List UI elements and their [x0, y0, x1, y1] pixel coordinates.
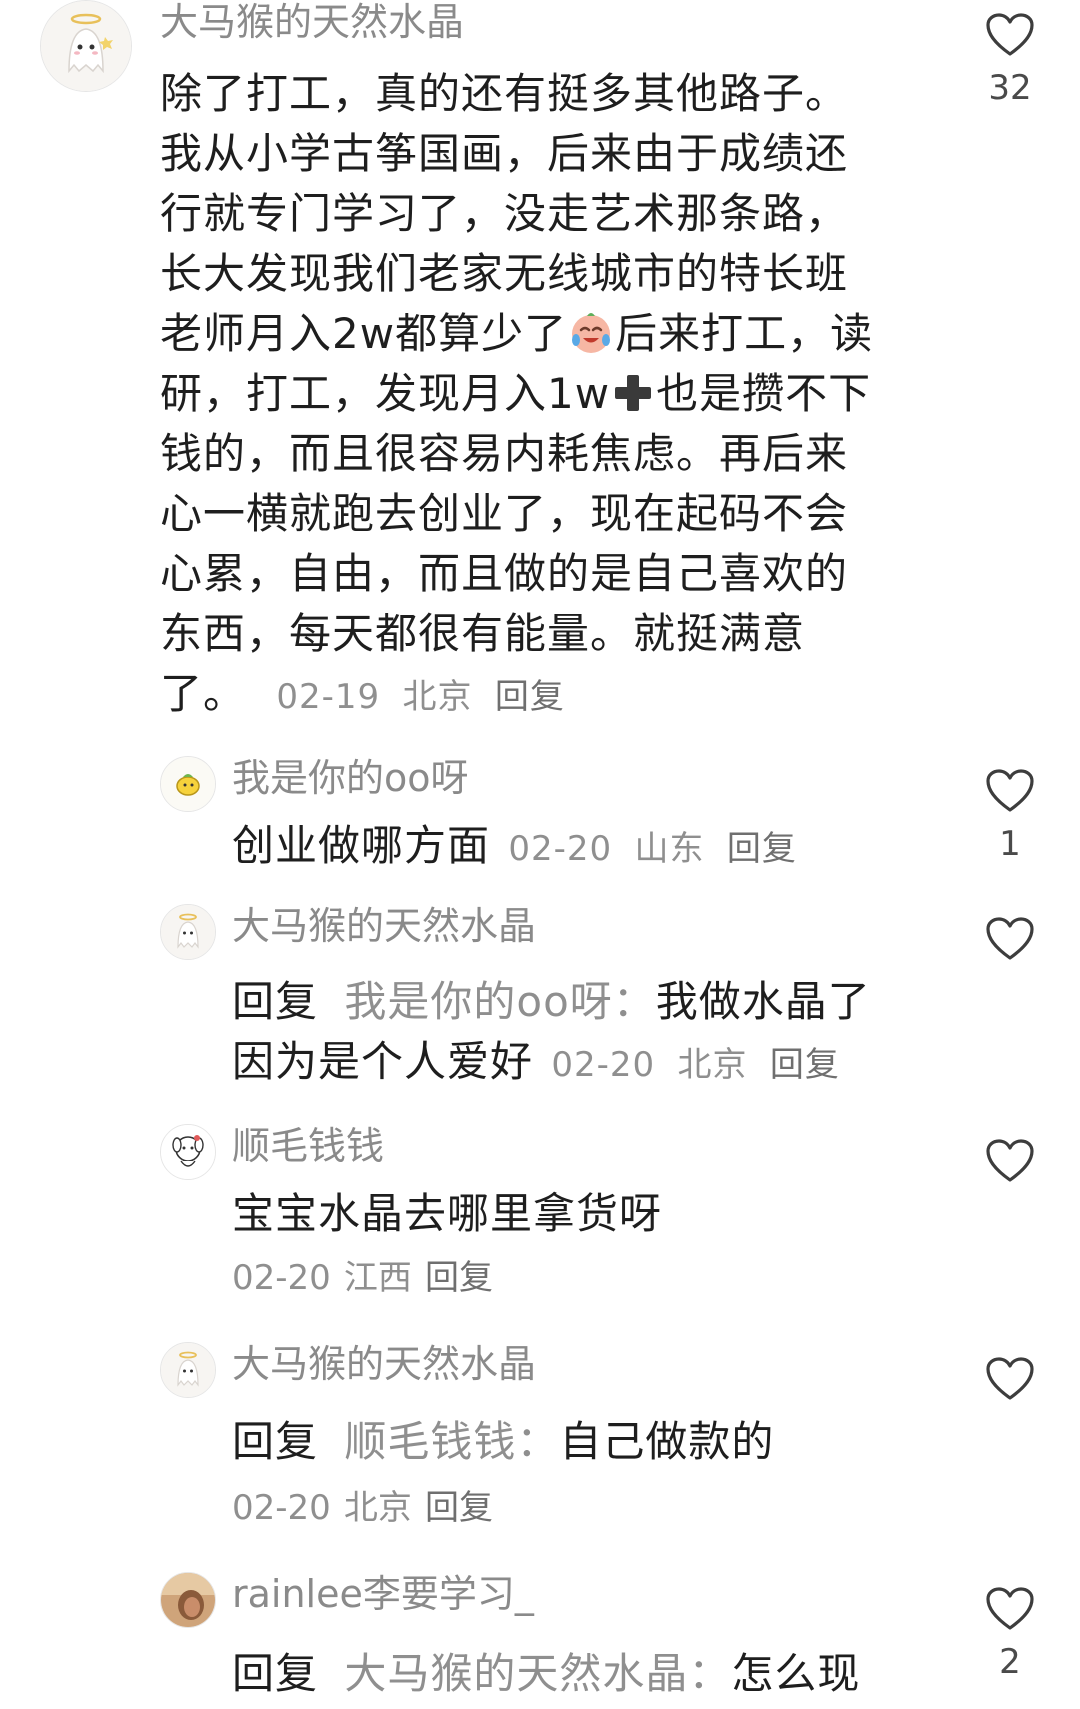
comment-text-segment: 怎么现 — [731, 1649, 861, 1698]
like-button[interactable] — [980, 1138, 1040, 1184]
avatar[interactable] — [160, 1342, 216, 1398]
comment-text-line: 行就专门学习了，没走艺术那条路， — [160, 189, 849, 238]
dog-avatar-icon — [161, 1125, 215, 1179]
comment-location: 江西 — [343, 1258, 412, 1298]
like-count: 1 — [999, 824, 1021, 864]
comment-text-segment: 自己做款的 — [559, 1417, 775, 1466]
like-button[interactable]: 1 — [980, 768, 1040, 864]
comment-text-segment: 研，打工，发现月入1w — [160, 369, 611, 418]
comment-text-line: 除了打工，真的还有挺多其他路子。 — [160, 69, 849, 118]
reply-prefix: 回复 — [232, 977, 319, 1026]
reply-target-username[interactable]: 顺毛钱钱： — [344, 1417, 559, 1466]
comment-date: 02-19 — [276, 677, 381, 717]
like-button[interactable] — [980, 1356, 1040, 1402]
comment-text-line: 心一横就跑去创业了，现在起码不会 — [160, 489, 849, 538]
comment-text-line: 老师月入2w都算少了 后来打工，读 — [160, 304, 930, 364]
comment-username[interactable]: 顺毛钱钱 — [232, 1124, 384, 1168]
comment-text: 创业做哪方面 02-20 山东 回复 — [232, 816, 932, 876]
like-button[interactable]: 32 — [980, 12, 1040, 108]
reply-button[interactable]: 回复 — [425, 1488, 493, 1528]
heart-outline-icon — [986, 1139, 1034, 1182]
reply-prefix: 回复 — [232, 1417, 319, 1466]
reply-prefix: 回复 — [232, 1649, 319, 1698]
comment-text-segment: 老师月入2w都算少了 — [160, 309, 568, 358]
comment-location: 北京 — [402, 677, 473, 717]
comment-text-line: 心累，自由，而且做的是自己喜欢的 — [160, 549, 849, 598]
comment-text-segment: 因为是个人爱好 — [232, 1037, 534, 1086]
avatar[interactable] — [40, 0, 132, 92]
reply-target-username[interactable]: 大马猴的天然水晶： — [344, 1649, 731, 1698]
comment-text-segment: 创业做哪方面 — [232, 821, 491, 870]
like-count: 2 — [999, 1642, 1021, 1682]
heart-outline-icon — [986, 13, 1034, 56]
plus-emoji-icon — [610, 370, 656, 416]
comment-text-line: 因为是个人爱好 02-20 北京 回复 — [232, 1032, 932, 1092]
comment-text: 除了打工，真的还有挺多其他路子。 我从小学古筝国画，后来由于成绩还 行就专门学习… — [160, 64, 930, 724]
like-count: 32 — [988, 68, 1032, 108]
comment-text-line: 了。 02-19 北京 回复 — [160, 664, 930, 724]
crying-laughing-emoji-icon — [567, 308, 615, 356]
comment-date: 02-20 — [232, 1258, 331, 1298]
comment-text-segment: 我做水晶了 — [655, 977, 871, 1026]
heart-outline-icon — [986, 1587, 1034, 1630]
comment-meta: 02-20 江西 回复 — [232, 1258, 493, 1298]
comment-text: 宝宝水晶去哪里拿货呀 — [232, 1189, 663, 1238]
reply-button[interactable]: 回复 — [495, 677, 565, 717]
avatar[interactable] — [160, 1572, 216, 1628]
comment-text-line: 钱的，而且很容易内耗焦虑。再后来 — [160, 429, 849, 478]
comment-text: 回复 大马猴的天然水晶：怎么现 — [232, 1644, 932, 1704]
comment-text-segment: 后来打工，读 — [615, 309, 874, 358]
heart-outline-icon — [986, 1357, 1034, 1400]
like-button[interactable]: 2 — [980, 1586, 1040, 1682]
reply-button[interactable]: 回复 — [425, 1258, 493, 1298]
ghost-avatar-icon — [161, 905, 215, 959]
comment-text-line: 东西，每天都很有能量。就挺满意 — [160, 609, 806, 658]
lemon-avatar-icon — [161, 757, 215, 811]
ghost-avatar-icon — [41, 1, 131, 91]
reply-button[interactable]: 回复 — [770, 1045, 840, 1085]
avatar[interactable] — [160, 904, 216, 960]
comment-date: 02-20 — [551, 1045, 656, 1085]
comment-username[interactable]: rainlee李要学习_ — [232, 1572, 534, 1616]
comment-text-segment: 也是攒不下 — [656, 369, 872, 418]
comment-username[interactable]: 大马猴的天然水晶 — [232, 904, 536, 948]
comment-meta: 02-20 北京 回复 — [232, 1488, 493, 1528]
avatar[interactable] — [160, 756, 216, 812]
comment-username[interactable]: 大马猴的天然水晶 — [232, 1342, 536, 1386]
comment-location: 北京 — [343, 1488, 412, 1528]
comment-location: 北京 — [677, 1045, 748, 1085]
avatar[interactable] — [160, 1124, 216, 1180]
ghost-avatar-icon — [161, 1343, 215, 1397]
comment-date: 02-20 — [508, 829, 613, 869]
comment-username[interactable]: 我是你的oo呀 — [232, 756, 469, 800]
comment-text-line: 研，打工，发现月入1w 也是攒不下 — [160, 364, 930, 424]
comment-text-line: 长大发现我们老家无线城市的特长班 — [160, 249, 849, 298]
heart-outline-icon — [986, 769, 1034, 812]
comment-date: 02-20 — [232, 1488, 331, 1528]
comment-text: 回复 我是你的oo呀：我做水晶了 因为是个人爱好 02-20 北京 回复 — [232, 972, 932, 1092]
comment-text: 回复 顺毛钱钱：自己做款的 — [232, 1412, 932, 1472]
comment-username[interactable]: 大马猴的天然水晶 — [160, 0, 464, 44]
comment-location: 山东 — [634, 829, 705, 869]
like-button[interactable] — [980, 916, 1040, 962]
comment-text-line: 我从小学古筝国画，后来由于成绩还 — [160, 129, 849, 178]
comment-text-line: 回复 我是你的oo呀：我做水晶了 — [232, 972, 932, 1032]
reply-target-username[interactable]: 我是你的oo呀： — [344, 977, 655, 1026]
comment-text-segment: 了。 — [160, 669, 247, 718]
reply-button[interactable]: 回复 — [727, 829, 797, 869]
heart-outline-icon — [986, 917, 1034, 960]
photo-avatar-icon — [161, 1573, 215, 1627]
